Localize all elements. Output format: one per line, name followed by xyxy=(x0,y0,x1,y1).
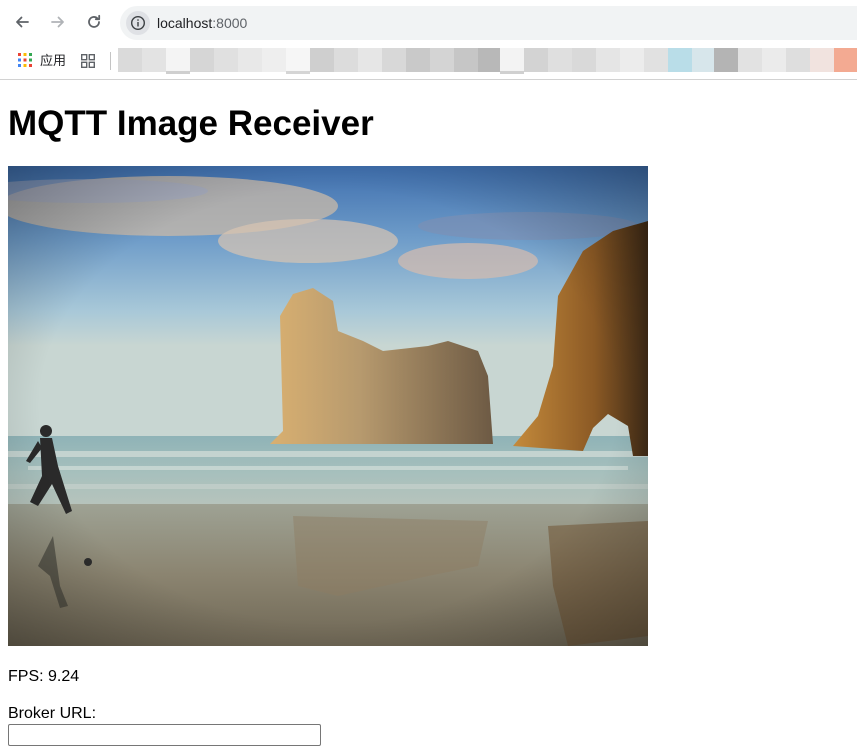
back-button[interactable] xyxy=(8,8,36,36)
apps-bookmark-label[interactable]: 应用 xyxy=(40,53,66,69)
received-image xyxy=(8,166,648,646)
browser-toolbar: localhost:8000 xyxy=(0,0,857,45)
tab-grid-icon[interactable] xyxy=(81,54,95,68)
broker-url-label: Broker URL: xyxy=(8,705,97,722)
bookmarks-separator xyxy=(110,52,111,70)
bookmarks-bar: 应用 xyxy=(0,45,857,80)
url-port: :8000 xyxy=(212,15,248,31)
arrow-right-icon xyxy=(51,16,64,28)
apps-grid-icon[interactable] xyxy=(18,53,32,67)
fps-readout: FPS: 9.24 xyxy=(8,668,80,685)
url-host: localhost xyxy=(157,15,213,31)
forward-button[interactable] xyxy=(44,8,72,36)
broker-url-input[interactable] xyxy=(8,724,321,746)
address-bar[interactable]: localhost:8000 xyxy=(120,6,857,40)
info-icon xyxy=(130,15,146,31)
arrow-left-icon xyxy=(16,16,29,28)
site-info-button[interactable] xyxy=(126,11,150,35)
reload-button[interactable] xyxy=(80,8,108,36)
page-title: MQTT Image Receiver xyxy=(8,104,374,143)
reload-icon xyxy=(88,14,101,28)
url-text[interactable]: localhost:8000 xyxy=(157,14,247,32)
